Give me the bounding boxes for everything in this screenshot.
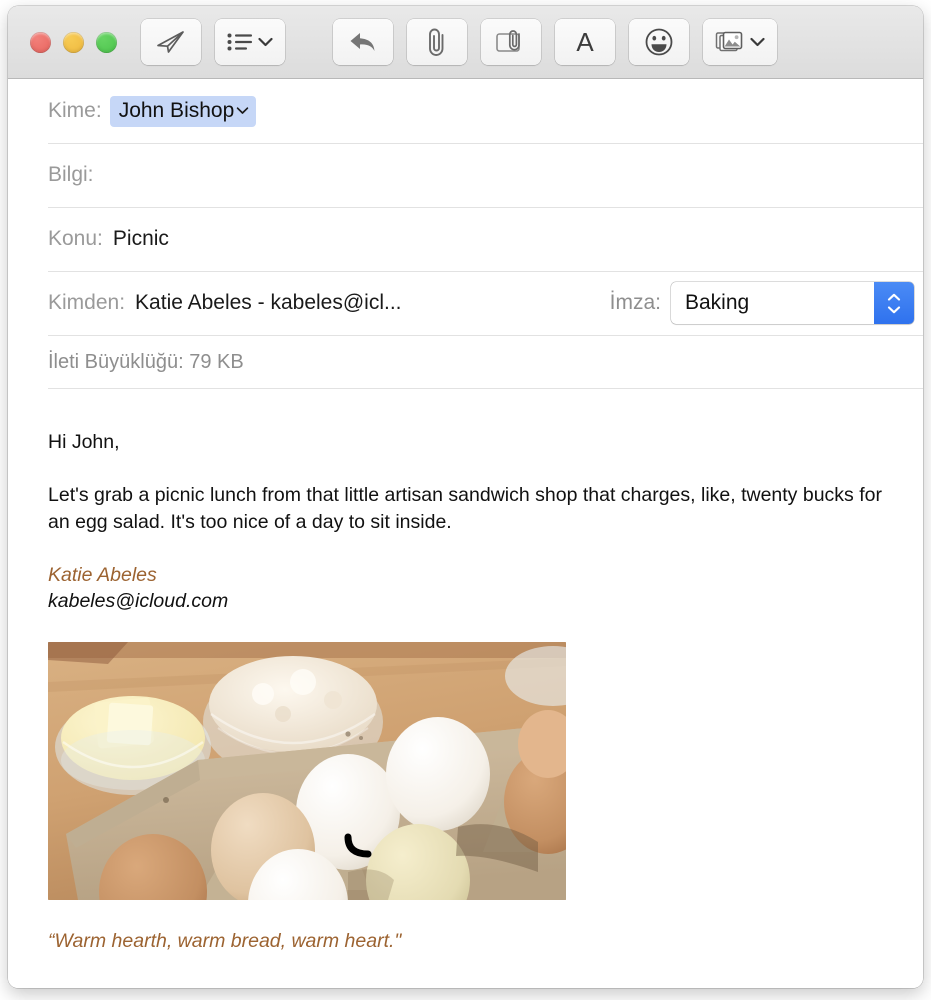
toolbar-group-right: A xyxy=(333,19,777,65)
zoom-window-button[interactable] xyxy=(96,31,117,53)
cc-field-label: Bilgi: xyxy=(48,163,94,186)
svg-text:A: A xyxy=(576,28,594,56)
toolbar: A xyxy=(8,6,923,79)
paperclip-icon xyxy=(425,27,449,57)
minimize-window-button[interactable] xyxy=(63,31,84,53)
chevron-down-icon xyxy=(236,106,249,115)
from-field-value: Katie Abeles - kabeles@icl... xyxy=(135,291,402,314)
toolbar-group-left xyxy=(141,19,285,65)
signature-label: İmza: xyxy=(609,291,661,314)
baking-ingredients-photo[interactable] xyxy=(48,642,566,901)
signature-popup-button[interactable]: Baking xyxy=(671,282,914,324)
header-fields-button[interactable] xyxy=(215,19,285,65)
signature-email: kabeles@icloud.com xyxy=(48,590,229,613)
compose-header-fields: Kime: John Bishop Bilgi: Konu: Picnic Ki… xyxy=(8,79,923,389)
reply-button[interactable] xyxy=(333,19,393,65)
letter-a-icon: A xyxy=(572,28,598,56)
photo-browser-button[interactable] xyxy=(703,19,777,65)
format-button[interactable]: A xyxy=(555,19,615,65)
signature-selected-value: Baking xyxy=(685,291,750,314)
recipient-token-john-bishop[interactable]: John Bishop xyxy=(109,95,257,127)
markup-attachment-icon xyxy=(495,29,527,55)
message-greeting: Hi John, xyxy=(48,431,120,453)
message-size-row: İleti Büyüklüğü: 79 KB xyxy=(8,335,923,389)
recipient-token-label: John Bishop xyxy=(118,98,235,122)
signature-control: İmza: Baking xyxy=(610,282,914,324)
signature-stepper[interactable] xyxy=(874,282,914,324)
message-text: Hi John, Let's grab a picnic lunch from … xyxy=(48,429,883,536)
from-field-label: Kimden: xyxy=(48,291,126,314)
to-field-label: Kime: xyxy=(48,99,102,122)
photos-icon xyxy=(715,29,745,55)
to-field-row[interactable]: Kime: John Bishop xyxy=(8,79,923,143)
subject-field-label: Konu: xyxy=(48,227,103,250)
window-controls xyxy=(30,31,117,53)
paper-plane-icon xyxy=(156,29,186,55)
signature-name: Katie Abeles xyxy=(48,563,157,586)
emoji-button[interactable] xyxy=(629,19,689,65)
chevron-down-icon xyxy=(750,37,765,47)
message-body[interactable]: Hi John, Let's grab a picnic lunch from … xyxy=(8,389,923,988)
attach-button[interactable] xyxy=(407,19,467,65)
message-paragraph: Let's grab a picnic lunch from that litt… xyxy=(48,483,882,533)
subject-field-row[interactable]: Konu: Picnic xyxy=(8,207,923,271)
list-icon xyxy=(227,32,253,52)
smiley-face-icon xyxy=(644,27,674,57)
cc-field-row[interactable]: Bilgi: xyxy=(8,143,923,207)
chevron-down-icon xyxy=(258,37,273,47)
markup-button[interactable] xyxy=(481,19,541,65)
message-size-text: İleti Büyüklüğü: 79 KB xyxy=(48,350,244,373)
close-window-button[interactable] xyxy=(30,31,51,53)
signature-quote: “Warm hearth, warm bread, warm heart." xyxy=(48,930,402,953)
reply-arrow-icon xyxy=(348,30,378,54)
from-field-row[interactable]: Kimden: Katie Abeles - kabeles@icl... İm… xyxy=(8,271,923,335)
send-button[interactable] xyxy=(141,19,201,65)
subject-field-value: Picnic xyxy=(112,227,169,250)
signature-block: Katie Abeles kabeles@icloud.com xyxy=(48,562,883,615)
mail-compose-window: A Kime: John Bishop Bilgi: Konu: Picnic … xyxy=(8,6,923,988)
